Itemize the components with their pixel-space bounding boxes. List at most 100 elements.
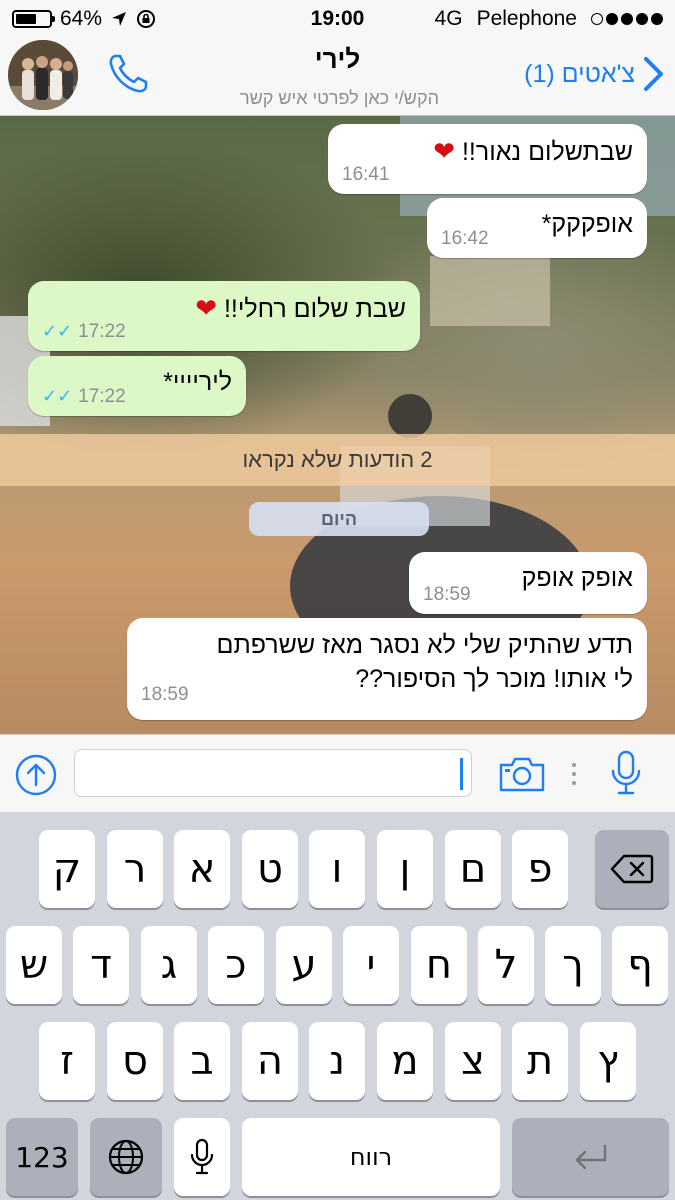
key[interactable]: פ	[512, 830, 568, 908]
message-incoming[interactable]: אופק אופק 18:59	[409, 552, 647, 614]
message-outgoing[interactable]: ליריייי* ✓✓ 17:22	[28, 356, 246, 416]
key-label: ח	[425, 942, 453, 988]
microphone-icon	[611, 750, 641, 795]
key-label: ף	[627, 942, 653, 988]
message-text: ליריייי*	[163, 368, 232, 396]
key[interactable]: ז	[39, 1022, 95, 1100]
key-label: ר	[123, 846, 147, 892]
message-time: 16:41	[342, 164, 390, 185]
key-label: ט	[257, 846, 283, 892]
chat-header: לירי הקש/י כאן לפרטי איש קשר צ'אטים (1)	[0, 38, 675, 116]
key-label: ז	[60, 1038, 74, 1084]
signal-strength-icon	[591, 13, 663, 25]
key-label: ל	[494, 942, 518, 988]
key[interactable]: ף	[612, 926, 668, 1004]
key[interactable]: ח	[411, 926, 467, 1004]
signal-dot	[621, 13, 633, 25]
key-label: נ	[328, 1038, 345, 1084]
key[interactable]: ו	[309, 830, 365, 908]
message-incoming[interactable]: שבתשלום נאור!! ❤ 16:41	[328, 124, 647, 194]
key[interactable]: א	[174, 830, 230, 908]
key[interactable]: ק	[39, 830, 95, 908]
dictation-key[interactable]	[174, 1118, 230, 1196]
key-label: ץ	[597, 1038, 619, 1084]
space-key[interactable]: רווח	[242, 1118, 500, 1196]
key-label: ב	[190, 1038, 214, 1084]
key[interactable]: ם	[445, 830, 501, 908]
camera-button[interactable]	[498, 755, 546, 798]
signal-dot	[651, 13, 663, 25]
microphone-icon	[190, 1138, 214, 1175]
heart-emoji-icon: ❤	[195, 293, 218, 323]
camera-icon	[499, 757, 545, 792]
message-input-bar	[0, 734, 675, 812]
key[interactable]: כ	[208, 926, 264, 1004]
key-label: כ	[225, 942, 247, 988]
key-label: ו	[331, 846, 343, 892]
chat-area[interactable]: שבתשלום נאור!! ❤ 16:41 אופקקק* 16:42 שבת…	[0, 116, 675, 734]
message-incoming[interactable]: אופקקק* 16:42	[427, 198, 647, 258]
key-label: ה	[256, 1038, 284, 1084]
message-input[interactable]	[74, 749, 472, 797]
key[interactable]: נ	[309, 1022, 365, 1100]
carrier-name: Pelephone	[476, 7, 577, 30]
numbers-key[interactable]: 123	[6, 1118, 78, 1196]
message-time: 18:59	[141, 684, 189, 705]
key[interactable]: צ	[445, 1022, 501, 1100]
message-time-and-status: ✓✓ 17:22	[42, 321, 126, 343]
return-arrow-icon	[575, 1144, 606, 1170]
key[interactable]: ר	[107, 830, 163, 908]
status-bar: 64% 19:00 4G Pelephone	[0, 0, 675, 38]
more-options-dots-icon	[570, 761, 578, 792]
key[interactable]: ג	[141, 926, 197, 1004]
message-text: אופק אופק	[521, 564, 633, 592]
date-separator: היום	[249, 502, 429, 536]
key-label: ג	[160, 942, 178, 988]
key[interactable]: ת	[512, 1022, 568, 1100]
network-type: 4G	[434, 7, 463, 30]
message-text-line: תדע שהתיק שלי לא נסגר מאז ששרפתם	[216, 631, 633, 659]
key-label: ת	[526, 1038, 554, 1084]
key[interactable]: ץ	[580, 1022, 636, 1100]
status-right: 4G Pelephone	[435, 7, 663, 31]
message-text: אופקקק*	[541, 210, 633, 238]
message-time: 17:22	[78, 386, 126, 407]
return-key[interactable]	[512, 1118, 669, 1196]
key[interactable]: מ	[377, 1022, 433, 1100]
message-text: שבתשלום נאור!!	[461, 138, 633, 166]
back-to-chats-button[interactable]: צ'אטים (1)	[524, 56, 665, 92]
message-outgoing[interactable]: שבת שלום רחלי!! ❤ ✓✓ 17:22	[28, 281, 420, 351]
key[interactable]: ס	[107, 1022, 163, 1100]
key[interactable]: ך	[545, 926, 601, 1004]
key[interactable]: ב	[174, 1022, 230, 1100]
key[interactable]: י	[343, 926, 399, 1004]
backspace-icon	[610, 854, 654, 884]
upload-arrow-icon	[15, 754, 57, 796]
key[interactable]: ן	[377, 830, 433, 908]
read-receipt-icon: ✓✓	[42, 386, 73, 406]
key-label: ן	[399, 846, 411, 892]
voice-message-button[interactable]	[608, 749, 644, 802]
key-label: י	[366, 942, 376, 988]
key[interactable]: ל	[478, 926, 534, 1004]
delete-key[interactable]	[595, 830, 669, 908]
key-label: מ	[391, 1038, 419, 1084]
attach-button[interactable]	[14, 753, 58, 802]
message-text: שבת שלום רחלי!!	[223, 295, 406, 323]
message-time: 17:22	[78, 321, 126, 342]
key[interactable]: ש	[6, 926, 62, 1004]
key[interactable]: ע	[276, 926, 332, 1004]
key-label: ך	[562, 942, 584, 988]
key-label: צ	[461, 1038, 485, 1084]
keyboard: פ ם ן ו ט א ר ק ף ך ל ח י ע כ ג ד ש ץ ת …	[0, 812, 675, 1200]
language-key[interactable]	[90, 1118, 162, 1196]
message-incoming[interactable]: תדע שהתיק שלי לא נסגר מאז ששרפתם לי אותו…	[127, 618, 647, 720]
key-label: ם	[459, 846, 487, 892]
key[interactable]: ט	[242, 830, 298, 908]
key[interactable]: ד	[73, 926, 129, 1004]
globe-icon	[108, 1139, 144, 1175]
signal-dot	[636, 13, 648, 25]
key-label: ש	[19, 942, 49, 988]
key[interactable]: ה	[242, 1022, 298, 1100]
key-label: 123	[15, 1140, 69, 1174]
